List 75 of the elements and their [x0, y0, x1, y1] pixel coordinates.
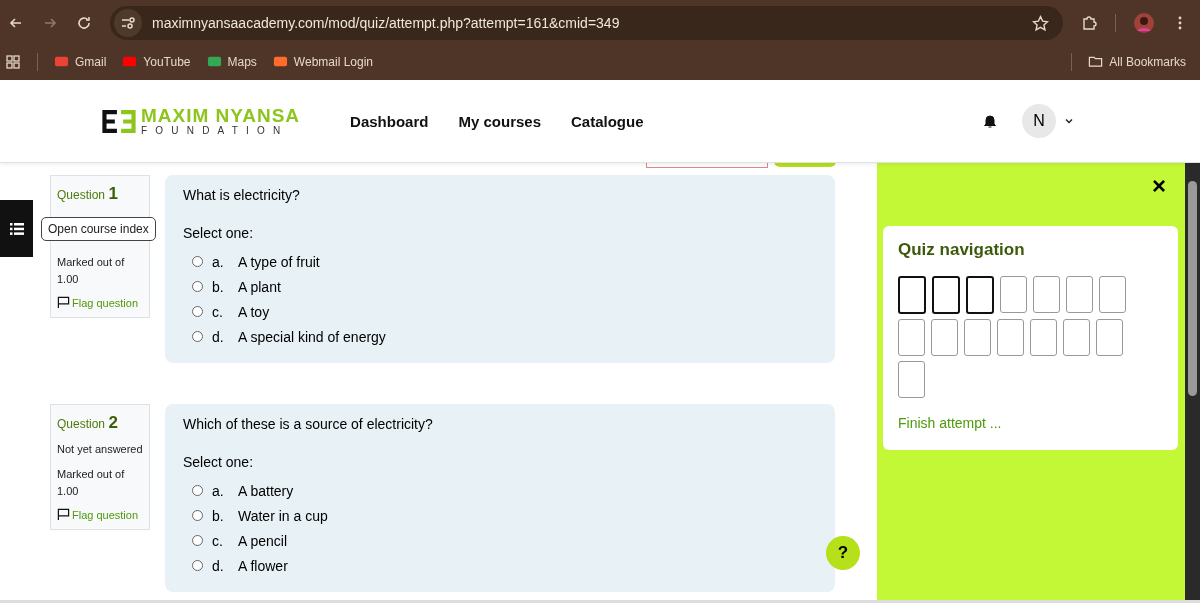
site-icon	[272, 54, 288, 69]
nav-link[interactable]: My courses	[458, 112, 541, 130]
radio-button[interactable]	[192, 510, 203, 521]
flag-question-link[interactable]: Flag question	[57, 296, 143, 309]
option-label: A plant	[238, 278, 281, 295]
address-bar[interactable]: maximnyansaacademy.com/mod/quiz/attempt.php?attempt=161&cmid=349	[110, 6, 1063, 40]
logo-title: MAXIM NYANSA	[141, 106, 301, 125]
site-icon	[54, 54, 69, 69]
option-label: A battery	[238, 482, 294, 499]
finish-attempt-link[interactable]: Finish attempt ...	[898, 415, 1002, 431]
option-label: A flower	[238, 557, 288, 574]
list-icon	[9, 222, 24, 235]
tooltip: Open course index	[41, 216, 156, 241]
course-index-button[interactable]	[0, 200, 33, 257]
option-letter: a.	[212, 482, 225, 499]
close-button[interactable]: ×	[1152, 176, 1166, 196]
option-label: A special kind of energy	[238, 328, 386, 345]
radio-button[interactable]	[192, 535, 203, 546]
reload-icon[interactable]	[76, 15, 92, 31]
scrollbar-thumb[interactable]	[1188, 181, 1197, 396]
star-icon[interactable]	[1032, 14, 1049, 32]
option-letter: d.	[212, 557, 225, 574]
option-label: Water in a cup	[238, 507, 328, 524]
radio-button[interactable]	[192, 256, 203, 267]
option-label: A toy	[238, 303, 270, 320]
flag-icon	[57, 296, 70, 309]
question-nav-button[interactable]	[898, 276, 926, 314]
question-prompt: Select one:	[183, 454, 255, 470]
site-icon	[206, 54, 222, 69]
site-icon	[122, 54, 138, 69]
nav-link[interactable]: Catalogue	[571, 112, 644, 130]
question-marks: Marked out of 1.00	[57, 467, 126, 499]
flag-question-link[interactable]: Flag question	[57, 508, 143, 521]
radio-button[interactable]	[192, 560, 203, 571]
nav-link[interactable]: Dashboard	[350, 112, 429, 130]
bookmark-link[interactable]: YouTube	[122, 54, 191, 69]
option-letter: b.	[212, 507, 225, 524]
bookmark-link[interactable]: Maps	[206, 54, 257, 69]
bookmark-link[interactable]: Webmail Login	[272, 54, 373, 69]
profile-avatar-icon[interactable]	[1134, 13, 1154, 33]
url-text: maximnyansaacademy.com/mod/quiz/attempt.php?attempt=161&cmid=349	[152, 15, 621, 31]
logo-icon	[100, 107, 138, 135]
question-marks: Marked out of 1.00	[57, 255, 126, 287]
help-button[interactable]: ?	[826, 536, 860, 570]
bookmark-link[interactable]: Gmail	[54, 54, 107, 69]
option-label: A type of fruit	[238, 253, 320, 270]
user-avatar[interactable]: N	[1022, 104, 1056, 138]
site-settings-icon[interactable]	[114, 9, 142, 37]
question-nav-button[interactable]	[966, 276, 994, 314]
question-status: Not yet answered	[57, 442, 143, 457]
question-text: What is electricity?	[183, 187, 301, 203]
radio-button[interactable]	[192, 306, 203, 317]
logo-subtitle: FOUNDATION	[141, 124, 290, 136]
option-letter: d.	[212, 328, 225, 345]
radio-button[interactable]	[192, 485, 203, 496]
all-bookmarks-link[interactable]: All Bookmarks	[1088, 54, 1186, 69]
question-number: Question 1	[57, 184, 119, 204]
question-prompt: Select one:	[183, 225, 255, 241]
folder-icon	[1088, 54, 1104, 69]
bell-icon[interactable]	[982, 113, 998, 129]
radio-button[interactable]	[192, 331, 203, 342]
option-letter: a.	[212, 253, 225, 270]
radio-button[interactable]	[192, 281, 203, 292]
question-number: Question 2	[57, 413, 119, 433]
question-nav-button[interactable]	[932, 276, 960, 314]
option-letter: c.	[212, 532, 224, 549]
option-label: A pencil	[238, 532, 288, 549]
apps-grid-icon[interactable]	[5, 53, 21, 70]
question-text: Which of these is a source of electricity?	[183, 416, 434, 432]
flag-icon	[57, 508, 70, 521]
extensions-icon[interactable]	[1081, 15, 1097, 31]
option-letter: b.	[212, 278, 225, 295]
chevron-down-icon[interactable]	[1064, 116, 1074, 126]
option-letter: c.	[212, 303, 224, 320]
card-title: Quiz navigation	[898, 240, 1026, 260]
